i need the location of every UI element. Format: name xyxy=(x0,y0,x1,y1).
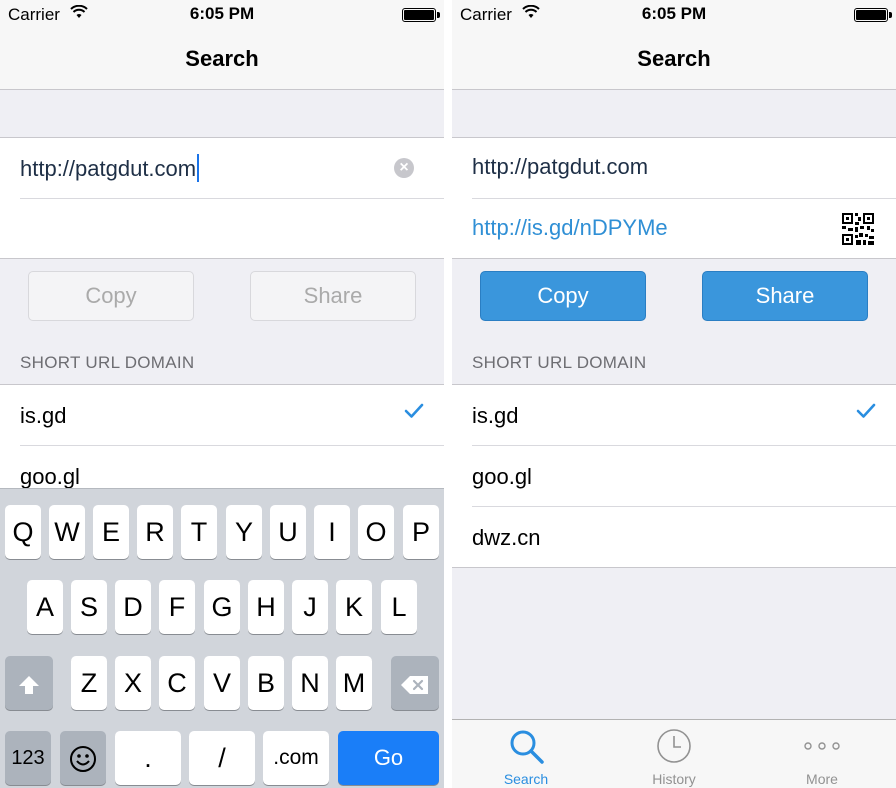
text-caret xyxy=(197,154,200,182)
page-title: Search xyxy=(637,46,711,71)
tab-label: Search xyxy=(503,771,549,787)
tab-label: History xyxy=(652,771,696,787)
key-e[interactable]: E xyxy=(93,505,129,559)
tab-label: More xyxy=(806,771,838,787)
key-q[interactable]: Q xyxy=(5,505,41,559)
tab-bar: Search History More xyxy=(452,719,896,788)
key-b[interactable]: B xyxy=(248,656,284,710)
copy-button[interactable]: Copy xyxy=(28,271,194,321)
key-s[interactable]: S xyxy=(71,580,107,634)
shift-icon xyxy=(17,668,41,698)
domain-item-isgd[interactable]: is.gd xyxy=(452,385,896,446)
key-l[interactable]: L xyxy=(381,580,417,634)
url-input-cell: http://patgdut.com http://is.gd/nDPYMe xyxy=(452,137,896,259)
battery-icon xyxy=(402,8,440,22)
short-url-row xyxy=(20,199,444,259)
url-input-value: http://patgdut.com xyxy=(20,156,197,181)
dot-key[interactable]: . xyxy=(115,731,181,785)
key-t[interactable]: T xyxy=(181,505,217,559)
shift-key[interactable] xyxy=(5,656,53,710)
key-j[interactable]: J xyxy=(292,580,328,634)
navigation-bar: Search xyxy=(452,30,896,90)
tab-search[interactable]: Search xyxy=(452,720,600,788)
keyboard: Q W E R T Y U I O P A S D F G H J K L Z … xyxy=(0,488,444,788)
domain-label: dwz.cn xyxy=(472,525,541,550)
checkmark-icon xyxy=(404,403,424,424)
backspace-key[interactable] xyxy=(391,656,439,710)
url-input-row[interactable]: http://patgdut.com × xyxy=(20,138,444,199)
key-x[interactable]: X xyxy=(115,656,151,710)
domain-label: is.gd xyxy=(472,403,519,428)
page-title: Search xyxy=(185,46,259,71)
url-input-cell: http://patgdut.com × xyxy=(0,137,444,259)
status-bar: Carrier 6:05 PM xyxy=(0,0,444,30)
section-header: SHORT URL DOMAIN xyxy=(472,353,647,372)
checkmark-icon xyxy=(856,403,876,424)
emoji-key[interactable] xyxy=(60,731,106,785)
qr-code-icon[interactable] xyxy=(842,213,874,250)
key-v[interactable]: V xyxy=(204,656,240,710)
url-input[interactable]: http://patgdut.com xyxy=(472,154,648,180)
key-z[interactable]: Z xyxy=(71,656,107,710)
more-icon xyxy=(802,728,842,773)
emoji-icon xyxy=(69,743,97,773)
clear-text-button[interactable]: × xyxy=(394,158,414,178)
search-icon xyxy=(506,728,546,773)
key-f[interactable]: F xyxy=(159,580,195,634)
status-time: 6:05 PM xyxy=(641,4,707,23)
key-u[interactable]: U xyxy=(270,505,306,559)
screen-result: Carrier 6:05 PM Search http://patgdut.co… xyxy=(452,0,896,788)
share-button[interactable]: Share xyxy=(702,271,868,321)
key-y[interactable]: Y xyxy=(226,505,262,559)
key-i[interactable]: I xyxy=(314,505,350,559)
key-c[interactable]: C xyxy=(159,656,195,710)
key-p[interactable]: P xyxy=(403,505,439,559)
tab-more[interactable]: More xyxy=(748,720,896,788)
status-time: 6:05 PM xyxy=(189,4,255,23)
url-input-row[interactable]: http://patgdut.com xyxy=(472,138,896,199)
tab-history[interactable]: History xyxy=(600,720,748,788)
key-n[interactable]: N xyxy=(292,656,328,710)
domain-label: is.gd xyxy=(20,403,67,428)
key-k[interactable]: K xyxy=(336,580,372,634)
short-url-row: http://is.gd/nDPYMe xyxy=(472,199,896,259)
copy-button[interactable]: Copy xyxy=(480,271,646,321)
section-header: SHORT URL DOMAIN xyxy=(20,353,195,372)
key-o[interactable]: O xyxy=(358,505,394,559)
domain-list: is.gd goo.gl dwz.cn xyxy=(452,384,896,568)
url-input[interactable]: http://patgdut.com xyxy=(20,154,200,182)
short-url-link[interactable]: http://is.gd/nDPYMe xyxy=(472,215,668,241)
domain-label: goo.gl xyxy=(20,464,80,489)
key-w[interactable]: W xyxy=(49,505,85,559)
key-a[interactable]: A xyxy=(27,580,63,634)
domain-item-googl[interactable]: goo.gl xyxy=(452,446,896,507)
share-button[interactable]: Share xyxy=(250,271,416,321)
key-h[interactable]: H xyxy=(248,580,284,634)
navigation-bar: Search xyxy=(0,30,444,90)
dotcom-key[interactable]: .com xyxy=(263,731,329,785)
slash-key[interactable]: / xyxy=(189,731,255,785)
screen-divider xyxy=(444,0,452,788)
domain-item-dwzcn[interactable]: dwz.cn xyxy=(452,507,896,568)
screen-editing: Carrier 6:05 PM Search http://patgdut.co… xyxy=(0,0,444,788)
key-m[interactable]: M xyxy=(336,656,372,710)
key-d[interactable]: D xyxy=(115,580,151,634)
key-r[interactable]: R xyxy=(137,505,173,559)
battery-icon xyxy=(854,8,892,22)
domain-label: goo.gl xyxy=(472,464,532,489)
numbers-key[interactable]: 123 xyxy=(5,731,51,785)
go-key[interactable]: Go xyxy=(338,731,439,785)
domain-item-isgd[interactable]: is.gd xyxy=(0,385,444,446)
status-bar: Carrier 6:05 PM xyxy=(452,0,896,30)
clock-icon xyxy=(654,728,694,773)
backspace-icon xyxy=(400,668,430,698)
key-g[interactable]: G xyxy=(204,580,240,634)
